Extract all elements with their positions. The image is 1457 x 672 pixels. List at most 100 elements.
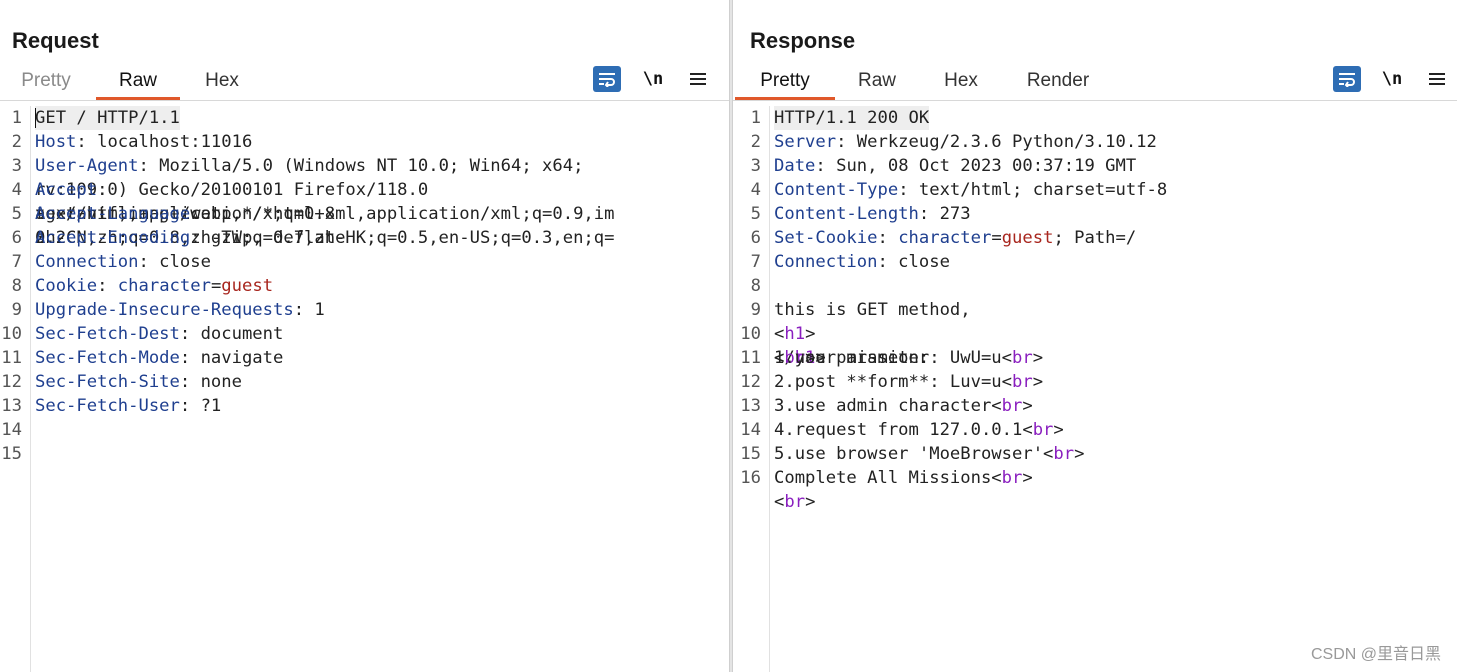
line-number: 4: [11, 180, 22, 200]
response-tab-render[interactable]: Render: [1003, 62, 1113, 100]
code-line: 4 Accept:: [0, 178, 729, 202]
code-line: 7 Connection: close: [0, 250, 729, 274]
code-text: Sec-Fetch-Mode: navigate: [35, 346, 283, 370]
code-value: >: [805, 324, 816, 344]
code-value: : 1: [293, 300, 325, 320]
response-title: Response: [750, 28, 856, 53]
line-number: 2: [750, 132, 761, 152]
html-tag-name: br: [1012, 372, 1033, 392]
code-line: 4 Content-Type: text/html; charset=utf-8: [733, 178, 1457, 202]
code-text: Accept-Language:: [35, 202, 201, 226]
cookie-value: guest: [221, 276, 274, 296]
line-number: 9: [750, 300, 761, 320]
header-name: Accept-Encoding: [35, 228, 191, 248]
code-line: 13 Sec-Fetch-User: ?1: [0, 394, 729, 418]
code-text: Accept:: [35, 178, 107, 202]
line-number: 9: [11, 300, 22, 320]
response-tabs: Pretty Raw Hex Render: [735, 62, 1113, 100]
request-wrap-toggle[interactable]: [593, 66, 621, 92]
response-newline-toggle[interactable]: \n: [1378, 66, 1406, 92]
code-text: <br>: [774, 490, 815, 514]
code-text: 4.request from 127.0.0.1<br>: [774, 418, 1064, 442]
html-tag-name: br: [1001, 396, 1023, 416]
code-value: :: [97, 180, 108, 200]
code-value: : gzip, deflate: [190, 228, 346, 248]
header-name: Connection: [774, 252, 878, 272]
code-text: Set-Cookie: character=guest; Path=/: [774, 226, 1136, 250]
request-tab-raw[interactable]: Raw: [96, 62, 180, 100]
code-line: 14 4.request from 127.0.0.1<br>: [733, 418, 1457, 442]
line-number: 14: [740, 420, 761, 440]
code-text: 3.use admin character<br>: [774, 394, 1033, 418]
line-number: 7: [11, 252, 22, 272]
code-value: : localhost:11016: [76, 132, 253, 152]
response-tab-pretty[interactable]: Pretty: [735, 62, 835, 100]
line-number: 12: [740, 372, 761, 392]
code-line: 15 5.use browser 'MoeBrowser'<br>: [733, 442, 1457, 466]
code-text: Connection: close: [774, 250, 950, 274]
response-tab-raw[interactable]: Raw: [835, 62, 919, 100]
code-value: GET / HTTP/1.1: [35, 108, 180, 128]
code-value: : Werkzeug/2.3.6 Python/3.10.12: [836, 132, 1157, 152]
response-tab-hex[interactable]: Hex: [919, 62, 1003, 100]
code-line: 10 <h1>: [733, 322, 1457, 346]
header-name: Content-Type: [774, 180, 899, 200]
response-wrap-toggle[interactable]: [1333, 66, 1361, 92]
code-line: 16 Complete All Missions<br>: [733, 466, 1457, 490]
code-value: this is GET method,: [774, 300, 971, 320]
code-value: : Mozilla/5.0 (Windows NT 10.0; Win64; x…: [138, 156, 584, 176]
header-name: Host: [35, 132, 77, 152]
code-text: HTTP/1.1 200 OK: [774, 106, 930, 130]
html-tag-name: br: [1001, 468, 1023, 488]
code-text: GET / HTTP/1.1: [35, 106, 180, 130]
request-tabs-underline: [0, 100, 729, 101]
code-value: >: [1032, 348, 1044, 368]
response-lines: 1 HTTP/1.1 200 OK 2 Server: Werkzeug/2.3.6 …: [733, 106, 1457, 512]
request-editor[interactable]: 1 GET / HTTP/1.1 2 Host: localhost:11016 3 Us…: [0, 106, 729, 672]
request-tab-hex[interactable]: Hex: [190, 62, 254, 100]
code-value: HTTP/1.1 200 OK: [774, 108, 930, 128]
line-number: 13: [740, 396, 761, 416]
line-number: 7: [750, 252, 761, 272]
code-value: : navigate: [179, 348, 284, 368]
header-name: Sec-Fetch-Dest: [35, 324, 180, 344]
code-text: Accept-Encoding: gzip, deflate: [35, 226, 345, 250]
line-number: 12: [1, 372, 22, 392]
response-menu-button[interactable]: [1423, 66, 1451, 92]
request-menu-button[interactable]: [684, 66, 712, 92]
request-newline-toggle[interactable]: \n: [639, 66, 667, 92]
code-text: Content-Type: text/html; charset=utf-8: [774, 178, 1167, 202]
code-value: :: [190, 204, 201, 224]
request-pane: Request Pretty Raw Hex \n 1 GET / HTTP/1.…: [0, 0, 729, 672]
line-number: 1: [11, 108, 22, 128]
request-tabs: Pretty Raw Hex: [8, 62, 254, 100]
code-line: 3 Date: Sun, 08 Oct 2023 00:37:19 GMT: [733, 154, 1457, 178]
hamburger-menu-icon: [690, 73, 706, 85]
line-number: 16: [740, 468, 761, 488]
html-tag-name: h1: [784, 324, 806, 344]
response-editor[interactable]: 1 HTTP/1.1 200 OK 2 Server: Werkzeug/2.3.6 …: [733, 106, 1457, 672]
code-line: 9 Upgrade-Insecure-Requests: 1: [0, 298, 729, 322]
header-name: Accept-Language: [35, 204, 191, 224]
html-tag-name: br: [1032, 420, 1054, 440]
code-text: Sec-Fetch-Dest: document: [35, 322, 283, 346]
cookie-value: guest: [1001, 228, 1054, 248]
code-value: >: [1074, 444, 1085, 464]
code-value: 1.use parameter: UwU=u<: [774, 348, 1012, 368]
code-value: <: [774, 492, 785, 512]
code-value: Complete All Missions<: [774, 468, 1002, 488]
line-number: 8: [11, 276, 22, 296]
response-pane: Response Pretty Raw Hex Render \n 1 HTTP/…: [733, 0, 1457, 672]
code-value: =: [991, 228, 1002, 248]
html-tag-name: br: [784, 492, 806, 512]
code-text: User-Agent: Mozilla/5.0 (Windows NT 10.0…: [35, 154, 583, 178]
word-wrap-icon: [1339, 73, 1355, 87]
code-line: 12 Sec-Fetch-Site: none: [0, 370, 729, 394]
code-text: Complete All Missions<br>: [774, 466, 1033, 490]
code-value: : ?1: [179, 396, 222, 416]
code-line: 11 1.use parameter: UwU=u<br>: [733, 346, 1457, 370]
line-number: 3: [750, 156, 761, 176]
request-tab-pretty[interactable]: Pretty: [8, 62, 84, 100]
word-wrap-icon: [599, 73, 615, 87]
html-tag-name: br: [1053, 444, 1075, 464]
